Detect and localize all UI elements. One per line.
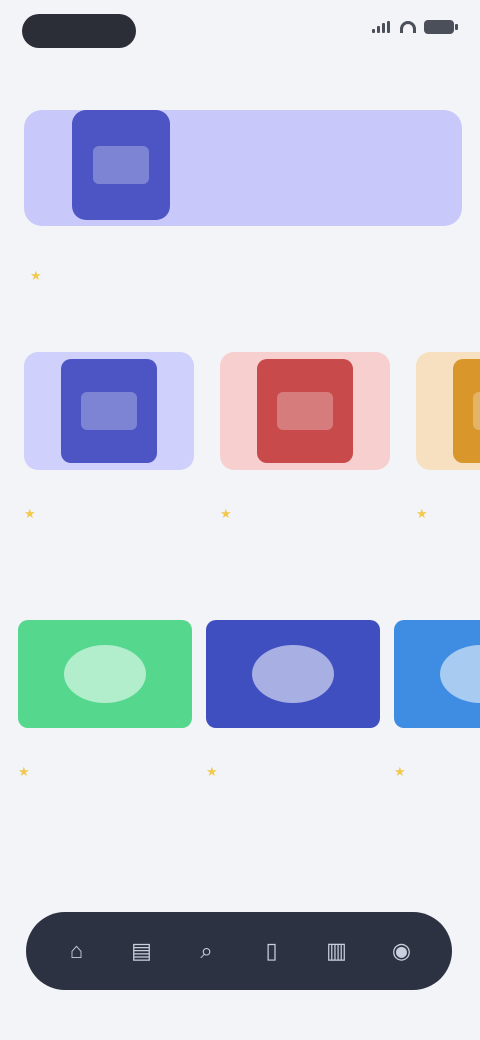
cover-art xyxy=(61,359,157,463)
featured-title xyxy=(30,244,330,262)
tab-home[interactable]: ⌂ xyxy=(55,929,99,973)
star-icon: ★ xyxy=(220,506,232,521)
chart-icon: ▥ xyxy=(326,938,347,963)
book-title xyxy=(416,484,480,500)
book-subtitle-row: ★ xyxy=(220,506,390,522)
course-graphic xyxy=(440,645,480,703)
featured-meta: ★ xyxy=(30,244,330,284)
course-graphic xyxy=(64,645,146,703)
dynamic-island xyxy=(22,14,136,48)
status-icons xyxy=(372,20,458,34)
star-icon: ★ xyxy=(394,764,406,779)
profile-icon: ◉ xyxy=(391,938,412,963)
tab-progress[interactable]: ▥ xyxy=(315,929,359,973)
star-icon: ★ xyxy=(206,764,218,779)
star-icon: ★ xyxy=(24,506,36,521)
cover-art-graphic xyxy=(277,392,333,430)
star-icon: ★ xyxy=(30,268,42,283)
course-card[interactable]: ★ xyxy=(18,620,192,780)
tab-bookmarks[interactable]: ▯ xyxy=(250,929,294,973)
course-subtitle-row: ★ xyxy=(394,764,480,780)
tab-library[interactable]: ▤ xyxy=(120,929,164,973)
book-cover[interactable] xyxy=(416,352,480,470)
course-cover[interactable] xyxy=(206,620,380,728)
featured-subtitle-row: ★ xyxy=(30,268,330,284)
cover-art-graphic xyxy=(93,146,149,184)
bookmark-icon: ▯ xyxy=(265,938,278,963)
status-bar xyxy=(0,0,480,64)
star-icon: ★ xyxy=(416,506,428,521)
featured-cover-art[interactable] xyxy=(72,110,170,220)
course-subtitle-row: ★ xyxy=(18,764,192,780)
books-row: ★ ★ ★ xyxy=(24,352,480,522)
app-screen: ★ ★ ★ ★ ★ ★ ★ ⌂ ▤ ⌕ ▯ ▥ ◉ xyxy=(0,0,480,1040)
cover-art xyxy=(453,359,480,463)
bottom-tab-bar: ⌂ ▤ ⌕ ▯ ▥ ◉ xyxy=(26,912,452,990)
book-title xyxy=(220,484,390,500)
signal-icon xyxy=(372,21,392,33)
courses-row: ★ ★ ★ xyxy=(18,620,480,780)
book-icon: ▤ xyxy=(131,938,152,963)
book-card[interactable]: ★ xyxy=(416,352,480,522)
book-subtitle-row: ★ xyxy=(416,506,480,522)
search-hint[interactable] xyxy=(140,76,340,96)
book-cover[interactable] xyxy=(220,352,390,470)
battery-icon xyxy=(424,20,458,34)
home-icon: ⌂ xyxy=(69,938,84,963)
course-card[interactable]: ★ xyxy=(394,620,480,780)
course-graphic xyxy=(252,645,334,703)
course-subtitle-row: ★ xyxy=(206,764,380,780)
book-card[interactable]: ★ xyxy=(220,352,390,522)
book-subtitle-row: ★ xyxy=(24,506,194,522)
course-cover[interactable] xyxy=(18,620,192,728)
book-cover[interactable] xyxy=(24,352,194,470)
course-cover[interactable] xyxy=(394,620,480,728)
course-card[interactable]: ★ xyxy=(206,620,380,780)
cover-art-graphic xyxy=(81,392,137,430)
cover-art xyxy=(257,359,353,463)
course-title xyxy=(18,742,192,758)
course-title xyxy=(394,742,480,758)
search-icon: ⌕ xyxy=(200,938,213,963)
tab-search[interactable]: ⌕ xyxy=(185,929,229,973)
course-title xyxy=(206,742,380,758)
book-title xyxy=(24,484,194,500)
book-card[interactable]: ★ xyxy=(24,352,194,522)
star-icon: ★ xyxy=(18,764,30,779)
wifi-icon xyxy=(400,21,416,33)
cover-art-graphic xyxy=(473,392,480,430)
tab-profile[interactable]: ◉ xyxy=(380,929,424,973)
